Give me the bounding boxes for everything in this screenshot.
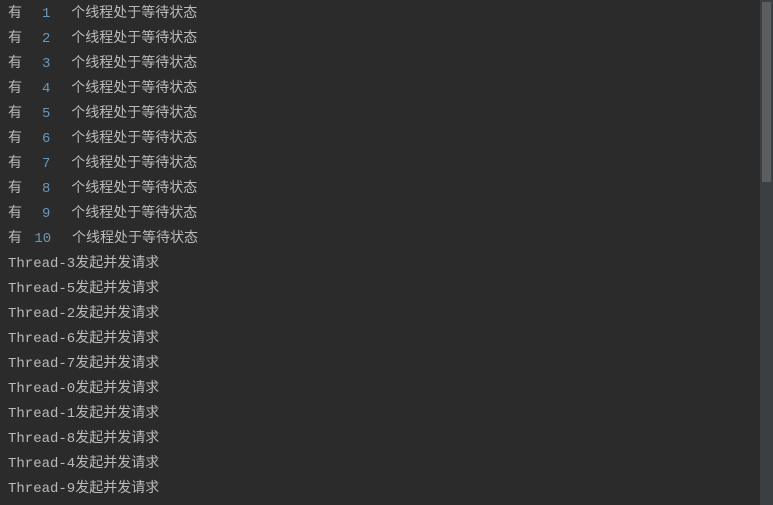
console-line: 有 8 个线程处于等待状态	[8, 177, 760, 202]
console-line: Thread-0发起并发请求	[8, 377, 760, 402]
console-line: 有 6 个线程处于等待状态	[8, 127, 760, 152]
line-suffix: 个线程处于等待状态	[54, 77, 197, 102]
line-prefix: 有	[8, 177, 30, 202]
console-line: 有 10 个线程处于等待状态	[8, 227, 760, 252]
line-suffix: 个线程处于等待状态	[54, 2, 197, 27]
line-number: 7	[34, 152, 50, 177]
line-suffix: 个线程处于等待状态	[54, 102, 197, 127]
line-suffix: 个线程处于等待状态	[54, 152, 197, 177]
line-suffix: 个线程处于等待状态	[54, 27, 197, 52]
console-line: Thread-2发起并发请求	[8, 302, 760, 327]
line-prefix: 有	[8, 2, 30, 27]
line-number: 6	[34, 127, 50, 152]
line-number: 1	[34, 2, 50, 27]
console-line: Thread-9发起并发请求	[8, 477, 760, 502]
console-line: Thread-6发起并发请求	[8, 327, 760, 352]
console-line: 有 4 个线程处于等待状态	[8, 77, 760, 102]
line-suffix: 个线程处于等待状态	[54, 177, 197, 202]
console-line: 有 1 个线程处于等待状态	[8, 2, 760, 27]
console-line: Thread-5发起并发请求	[8, 277, 760, 302]
line-prefix: 有	[8, 152, 30, 177]
console-line: Thread-7发起并发请求	[8, 352, 760, 377]
console-line: 有 5 个线程处于等待状态	[8, 102, 760, 127]
line-prefix: 有	[8, 52, 30, 77]
line-number: 4	[34, 77, 50, 102]
line-prefix: 有	[8, 102, 30, 127]
line-number: 3	[34, 52, 50, 77]
console-line: 有 3 个线程处于等待状态	[8, 52, 760, 77]
console-line: Thread-3发起并发请求	[8, 252, 760, 277]
console-line: Thread-8发起并发请求	[8, 427, 760, 452]
console-line: Thread-1发起并发请求	[8, 402, 760, 427]
console-output: 有 1 个线程处于等待状态 有 2 个线程处于等待状态 有 3 个线程处于等待状…	[0, 2, 760, 502]
line-number: 9	[34, 202, 50, 227]
line-prefix: 有	[8, 202, 30, 227]
console-line: 有 7 个线程处于等待状态	[8, 152, 760, 177]
line-prefix: 有	[8, 77, 30, 102]
line-suffix: 个线程处于等待状态	[54, 52, 197, 77]
line-number: 10	[34, 227, 51, 252]
line-number: 2	[34, 27, 50, 52]
console-line: 有 9 个线程处于等待状态	[8, 202, 760, 227]
vertical-scrollbar[interactable]	[760, 0, 773, 505]
line-suffix: 个线程处于等待状态	[54, 127, 197, 152]
line-suffix: 个线程处于等待状态	[54, 202, 197, 227]
line-suffix: 个线程处于等待状态	[55, 227, 198, 252]
line-number: 8	[34, 177, 50, 202]
line-prefix: 有	[8, 227, 30, 252]
line-prefix: 有	[8, 27, 30, 52]
line-prefix: 有	[8, 127, 30, 152]
line-number: 5	[34, 102, 50, 127]
console-line: 有 2 个线程处于等待状态	[8, 27, 760, 52]
scrollbar-thumb[interactable]	[762, 2, 771, 182]
console-line: Thread-4发起并发请求	[8, 452, 760, 477]
